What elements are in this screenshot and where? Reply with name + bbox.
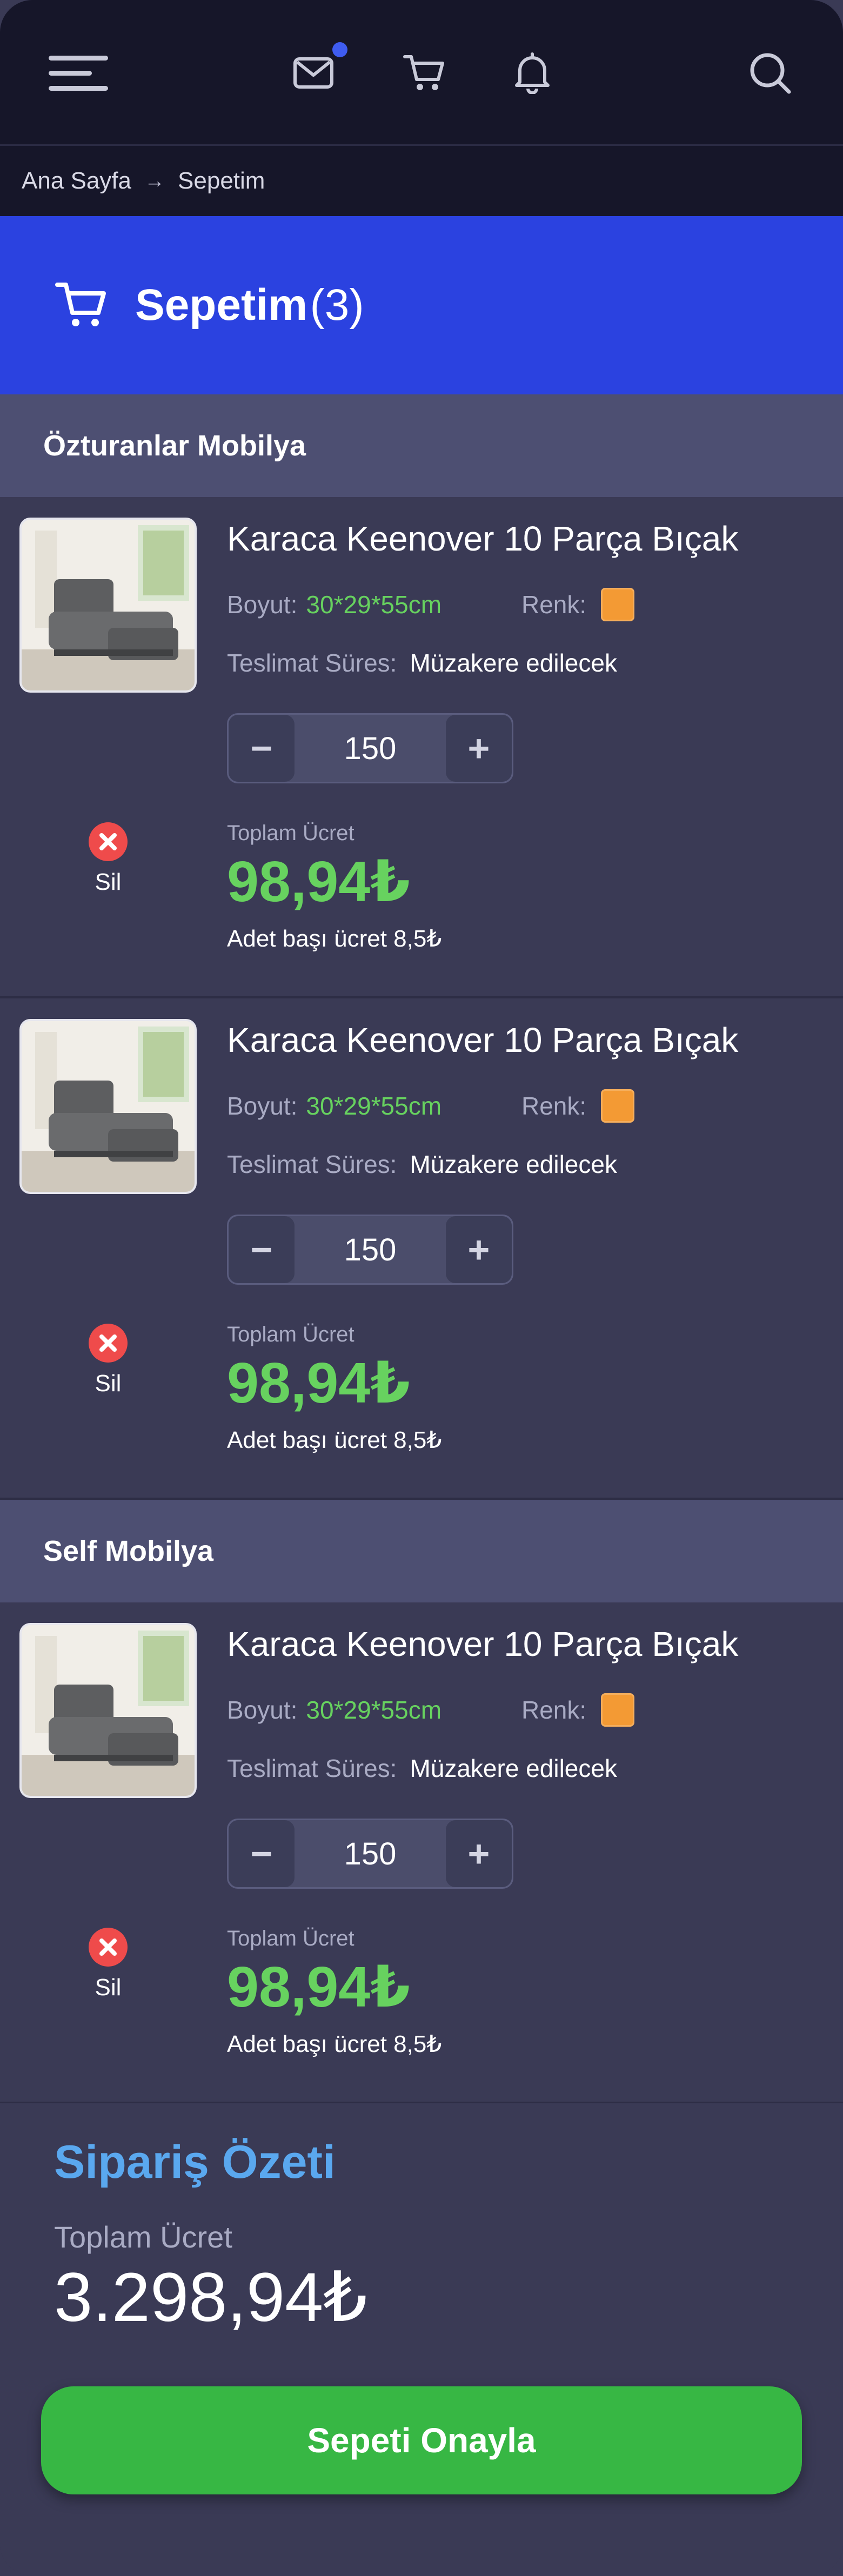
cart-icon [54, 279, 108, 332]
remove-button[interactable]: Sil [81, 821, 135, 896]
notification-dot [332, 42, 347, 57]
summary-title: Sipariş Özeti [54, 2136, 336, 2188]
delivery-value: Müzakere edilecek [410, 1150, 617, 1178]
quantity-value[interactable]: 150 [295, 730, 446, 767]
delivery-value: Müzakere edilecek [410, 1754, 617, 1782]
app-frame: Ana Sayfa → Sepetim Sepetim (3) Özturanl… [0, 0, 843, 2576]
arrow-right-icon: → [144, 169, 165, 192]
product-image[interactable] [19, 1623, 197, 1798]
confirm-cart-button[interactable]: Sepeti Onayla [41, 2386, 802, 2494]
color-swatch [601, 1089, 634, 1123]
remove-icon [89, 1324, 128, 1363]
increase-button[interactable]: + [446, 1216, 512, 1283]
breadcrumb: Ana Sayfa → Sepetim [0, 146, 843, 216]
delivery-label: Teslimat Süres: [227, 649, 397, 677]
quantity-stepper: − 150 + [227, 1819, 513, 1889]
total-label: Toplam Ücret [227, 821, 354, 845]
increase-button[interactable]: + [446, 715, 512, 782]
top-bar [0, 0, 843, 146]
total-price: 98,94₺ [227, 1351, 411, 1415]
remove-label: Sil [95, 1974, 122, 2001]
menu-icon[interactable] [49, 49, 108, 97]
size-value: 30*29*55cm [306, 591, 442, 619]
remove-label: Sil [95, 869, 122, 895]
remove-icon [89, 1928, 128, 1967]
color-swatch [601, 588, 634, 621]
breadcrumb-current: Sepetim [178, 167, 265, 194]
product-title[interactable]: Karaca Keenover 10 Parça Bıçak [227, 519, 738, 559]
size-label: Boyut: [227, 1092, 298, 1120]
color-swatch [601, 1693, 634, 1727]
product-title[interactable]: Karaca Keenover 10 Parça Bıçak [227, 1624, 738, 1664]
unit-price: Adet başı ücret 8,5₺ [227, 1427, 442, 1453]
product-image[interactable] [19, 518, 197, 693]
remove-button[interactable]: Sil [81, 1927, 135, 2001]
size-value: 30*29*55cm [306, 1696, 442, 1724]
cart-item: Karaca Keenover 10 Parça Bıçak Boyut: 30… [0, 497, 843, 998]
cart-item: Karaca Keenover 10 Parça Bıçak Boyut: 30… [0, 1602, 843, 2104]
total-price: 98,94₺ [227, 1955, 411, 2019]
total-label: Toplam Ücret [227, 1323, 354, 1346]
quantity-stepper: − 150 + [227, 1215, 513, 1285]
increase-button[interactable]: + [446, 1820, 512, 1887]
color-label: Renk: [521, 591, 587, 619]
bell-icon[interactable] [508, 49, 557, 97]
cart-count: (3) [310, 280, 364, 330]
size-label: Boyut: [227, 591, 298, 619]
size-label: Boyut: [227, 1696, 298, 1724]
delivery-info: Teslimat Süres: Müzakere edilecek [227, 1754, 617, 1783]
search-icon[interactable] [746, 49, 794, 97]
mail-icon[interactable] [289, 49, 338, 97]
page-title: Sepetim [135, 280, 307, 330]
breadcrumb-home[interactable]: Ana Sayfa [22, 167, 131, 194]
total-price: 98,94₺ [227, 850, 411, 914]
quantity-value[interactable]: 150 [295, 1836, 446, 1872]
summary-total-label: Toplam Ücret [54, 2220, 232, 2254]
decrease-button[interactable]: − [229, 1216, 295, 1283]
remove-icon [89, 822, 128, 861]
total-label: Toplam Ücret [227, 1927, 354, 1950]
product-size: Boyut: 30*29*55cm [227, 590, 441, 619]
cart-icon[interactable] [400, 49, 449, 97]
delivery-info: Teslimat Süres: Müzakere edilecek [227, 648, 617, 677]
remove-button[interactable]: Sil [81, 1323, 135, 1397]
remove-label: Sil [95, 1370, 122, 1397]
color-label: Renk: [521, 1092, 587, 1120]
color-label: Renk: [521, 1696, 587, 1724]
product-size: Boyut: 30*29*55cm [227, 1091, 441, 1121]
decrease-button[interactable]: − [229, 1820, 295, 1887]
page-header: Sepetim (3) [0, 216, 843, 394]
quantity-stepper: − 150 + [227, 713, 513, 783]
cart-item: Karaca Keenover 10 Parça Bıçak Boyut: 30… [0, 998, 843, 1500]
shop-header: Özturanlar Mobilya [0, 394, 843, 497]
order-summary: Sipariş Özeti Toplam Ücret 3.298,94₺ Sep… [0, 2103, 843, 2576]
product-image[interactable] [19, 1019, 197, 1194]
delivery-label: Teslimat Süres: [227, 1150, 397, 1178]
product-size: Boyut: 30*29*55cm [227, 1695, 441, 1725]
quantity-value[interactable]: 150 [295, 1232, 446, 1268]
unit-price: Adet başı ücret 8,5₺ [227, 2031, 442, 2057]
delivery-info: Teslimat Süres: Müzakere edilecek [227, 1150, 617, 1179]
decrease-button[interactable]: − [229, 715, 295, 782]
delivery-label: Teslimat Süres: [227, 1754, 397, 1782]
shop-header: Self Mobilya [0, 1500, 843, 1602]
size-value: 30*29*55cm [306, 1092, 442, 1120]
delivery-value: Müzakere edilecek [410, 649, 617, 677]
product-title[interactable]: Karaca Keenover 10 Parça Bıçak [227, 1020, 738, 1060]
unit-price: Adet başı ücret 8,5₺ [227, 925, 442, 952]
summary-total-value: 3.298,94₺ [54, 2259, 367, 2336]
